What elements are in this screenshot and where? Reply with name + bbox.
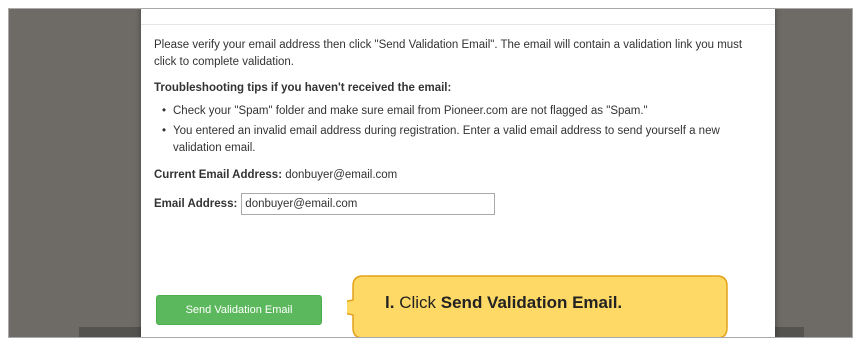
modal-body: Please verify your email address then cl…	[154, 37, 754, 215]
email-field-row: Email Address:	[154, 193, 754, 215]
current-email-value: donbuyer@email.com	[285, 169, 398, 181]
email-field-label: Email Address:	[154, 197, 238, 210]
current-email-label: Current Email Address:	[154, 169, 283, 181]
instruction-callout: l. Click Send Validation Email.	[347, 275, 729, 337]
bullet-icon: •	[162, 125, 167, 137]
tip-item: • Check your "Spam" folder and make sure…	[162, 103, 754, 120]
email-field[interactable]	[241, 193, 496, 215]
tip-text: Check your "Spam" folder and make sure e…	[173, 105, 648, 117]
callout-prefix: Click	[399, 293, 437, 312]
send-validation-email-button[interactable]: Send Validation Email	[156, 295, 322, 325]
bullet-icon: •	[162, 105, 167, 117]
modal-header-divider	[141, 24, 775, 25]
tip-item: • You entered an invalid email address d…	[162, 123, 754, 157]
callout-action: Send Validation Email.	[440, 293, 623, 312]
callout-step: l.	[385, 293, 395, 312]
tip-text: You entered an invalid email address dur…	[173, 125, 720, 154]
screenshot-frame: Please verify your email address then cl…	[8, 8, 853, 338]
intro-text: Please verify your email address then cl…	[154, 39, 743, 68]
current-email-line: Current Email Address: donbuyer@email.co…	[154, 167, 754, 184]
tips-list: • Check your "Spam" folder and make sure…	[162, 103, 754, 157]
tips-heading: Troubleshooting tips if you haven't rece…	[154, 82, 452, 94]
callout-text: l. Click Send Validation Email.	[385, 293, 715, 313]
